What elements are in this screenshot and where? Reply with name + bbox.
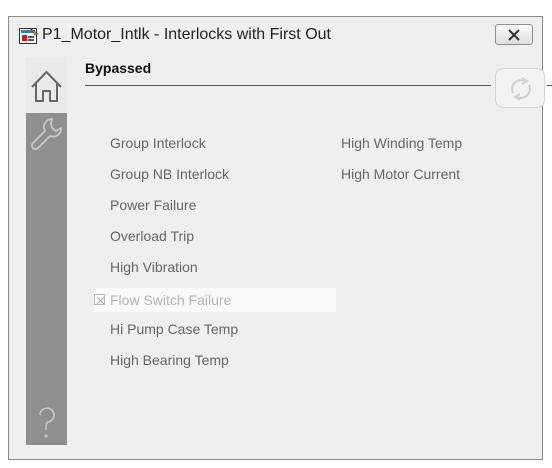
interlock-item-power-failure: Power Failure [110, 197, 197, 213]
interlock-item-high-winding-temp: High Winding Temp [341, 135, 463, 151]
home-icon [31, 71, 62, 102]
reset-arrows-icon [511, 77, 531, 101]
close-button[interactable] [495, 24, 533, 45]
navigation-sidebar [26, 57, 67, 445]
section-title: Bypassed [85, 60, 152, 76]
interlock-item-hi-pump-case-temp: Hi Pump Case Temp [110, 321, 239, 337]
wrench-icon [31, 118, 62, 150]
section-divider [85, 85, 491, 86]
reset-button[interactable] [495, 68, 545, 108]
bypass-x-icon [96, 296, 105, 305]
interlock-item-overload-trip: Overload Trip [110, 228, 195, 244]
window-title: P1_Motor_Intlk - Interlocks with First O… [42, 26, 331, 43]
home-tab[interactable] [26, 57, 67, 113]
interlock-item-group-interlock: Group Interlock [110, 135, 206, 151]
interlock-item-high-vibration: High Vibration [110, 259, 198, 275]
bypass-checkbox [94, 294, 105, 305]
interlock-item-high-motor-current: High Motor Current [341, 166, 461, 182]
interlock-list-column-1: Group Interlock Group NB Interlock Power… [94, 133, 352, 381]
section-divider-tail [547, 85, 552, 86]
interlock-item-high-bearing-temp: High Bearing Temp [110, 352, 229, 368]
interlocks-panel: Bypassed Group Interlock Group NB Interl… [67, 57, 552, 459]
maintenance-tab[interactable] [26, 113, 67, 157]
faceplate-app-icon [19, 26, 39, 46]
title-bar: P1_Motor_Intlk - Interlocks with First O… [9, 17, 542, 55]
interlock-item-flow-switch-failure: Flow Switch Failure [94, 288, 336, 312]
help-tab[interactable] [26, 401, 67, 441]
interlock-item-group-nb-interlock: Group NB Interlock [110, 166, 230, 182]
faceplate-window: P1_Motor_Intlk - Interlocks with First O… [8, 16, 552, 460]
question-mark-icon [39, 407, 55, 438]
close-icon [508, 29, 520, 41]
interlock-list-column-2: High Winding Temp High Motor Current [341, 133, 462, 195]
